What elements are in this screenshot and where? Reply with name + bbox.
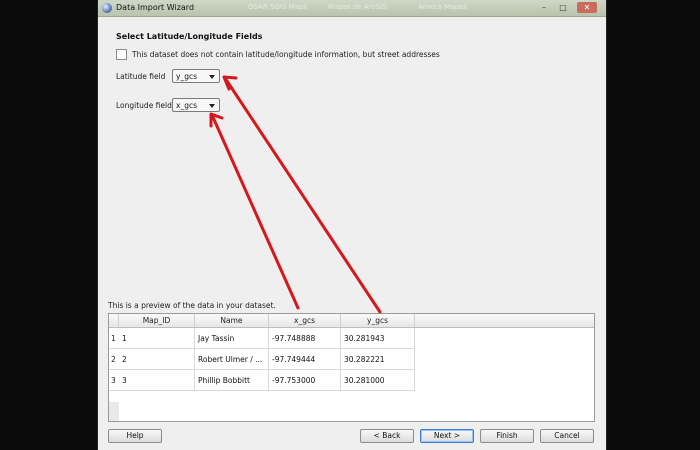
window-title: Data Import Wizard <box>116 3 195 12</box>
close-icon[interactable]: ✕ <box>577 2 597 13</box>
cancel-button[interactable]: Cancel <box>540 429 594 443</box>
background-tab-label: Ameca Mapas <box>418 3 467 11</box>
table-header: Map_ID Name x_gcs y_gcs <box>109 314 594 328</box>
help-button[interactable]: Help <box>108 429 162 443</box>
title-bar[interactable]: Data Import Wizard OSAR SGIS Maps Mapas … <box>98 0 606 17</box>
table-cell: Robert Ulmer / ... <box>195 349 269 370</box>
preview-label: This is a preview of the data in your da… <box>108 301 276 310</box>
next-button[interactable]: Next > <box>420 429 474 443</box>
table-row[interactable]: 3 3 Phillip Bobbitt -97.753000 30.281000 <box>109 370 419 391</box>
data-import-wizard-dialog: Data Import Wizard OSAR SGIS Maps Mapas … <box>98 0 606 450</box>
table-cell: Phillip Bobbitt <box>195 370 269 391</box>
globe-icon <box>102 3 112 13</box>
row-number: 1 <box>109 328 119 349</box>
column-header[interactable]: Map_ID <box>119 314 195 327</box>
page-title: Select Latitude/Longitude Fields <box>116 32 263 41</box>
table-cell: 1 <box>119 328 195 349</box>
back-button[interactable]: < Back <box>360 429 414 443</box>
table-cell: 3 <box>119 370 195 391</box>
longitude-field-label: Longitude field <box>116 101 172 110</box>
column-header[interactable]: x_gcs <box>269 314 341 327</box>
latitude-field-select[interactable]: y_gcs <box>172 69 220 83</box>
finish-button[interactable]: Finish <box>480 429 534 443</box>
address-checkbox[interactable] <box>116 49 127 60</box>
longitude-field-value: x_gcs <box>176 101 197 110</box>
table-cell: -97.748888 <box>269 328 341 349</box>
table-cell: 30.281000 <box>341 370 415 391</box>
table-cell: -97.749444 <box>269 349 341 370</box>
table-row[interactable]: 2 2 Robert Ulmer / ... -97.749444 30.282… <box>109 349 419 370</box>
latitude-field-value: y_gcs <box>176 72 197 81</box>
maximize-icon[interactable]: □ <box>555 2 571 13</box>
latitude-field-label: Latitude field <box>116 72 166 81</box>
longitude-field-select[interactable]: x_gcs <box>172 98 220 112</box>
table-cell: 30.281943 <box>341 328 415 349</box>
background-tab-label: Mapas de ArcGIS <box>328 3 388 11</box>
chevron-down-icon <box>209 104 215 108</box>
column-header[interactable]: Name <box>195 314 269 327</box>
row-gutter <box>109 402 119 421</box>
table-cell: 2 <box>119 349 195 370</box>
background-tab-label: OSAR SGIS Maps <box>248 3 307 11</box>
row-number-header <box>109 314 119 327</box>
address-checkbox-label: This dataset does not contain latitude/l… <box>132 50 440 59</box>
row-number: 3 <box>109 370 119 391</box>
minimize-icon[interactable]: – <box>536 2 552 13</box>
row-number: 2 <box>109 349 119 370</box>
data-preview-table[interactable]: Map_ID Name x_gcs y_gcs 1 1 Jay Tassin -… <box>108 313 595 422</box>
chevron-down-icon <box>209 75 215 79</box>
table-cell: -97.753000 <box>269 370 341 391</box>
address-checkbox-row[interactable]: This dataset does not contain latitude/l… <box>116 49 440 60</box>
table-cell: Jay Tassin <box>195 328 269 349</box>
table-row[interactable]: 1 1 Jay Tassin -97.748888 30.281943 <box>109 328 419 349</box>
table-cell: 30.282221 <box>341 349 415 370</box>
column-header[interactable]: y_gcs <box>341 314 415 327</box>
